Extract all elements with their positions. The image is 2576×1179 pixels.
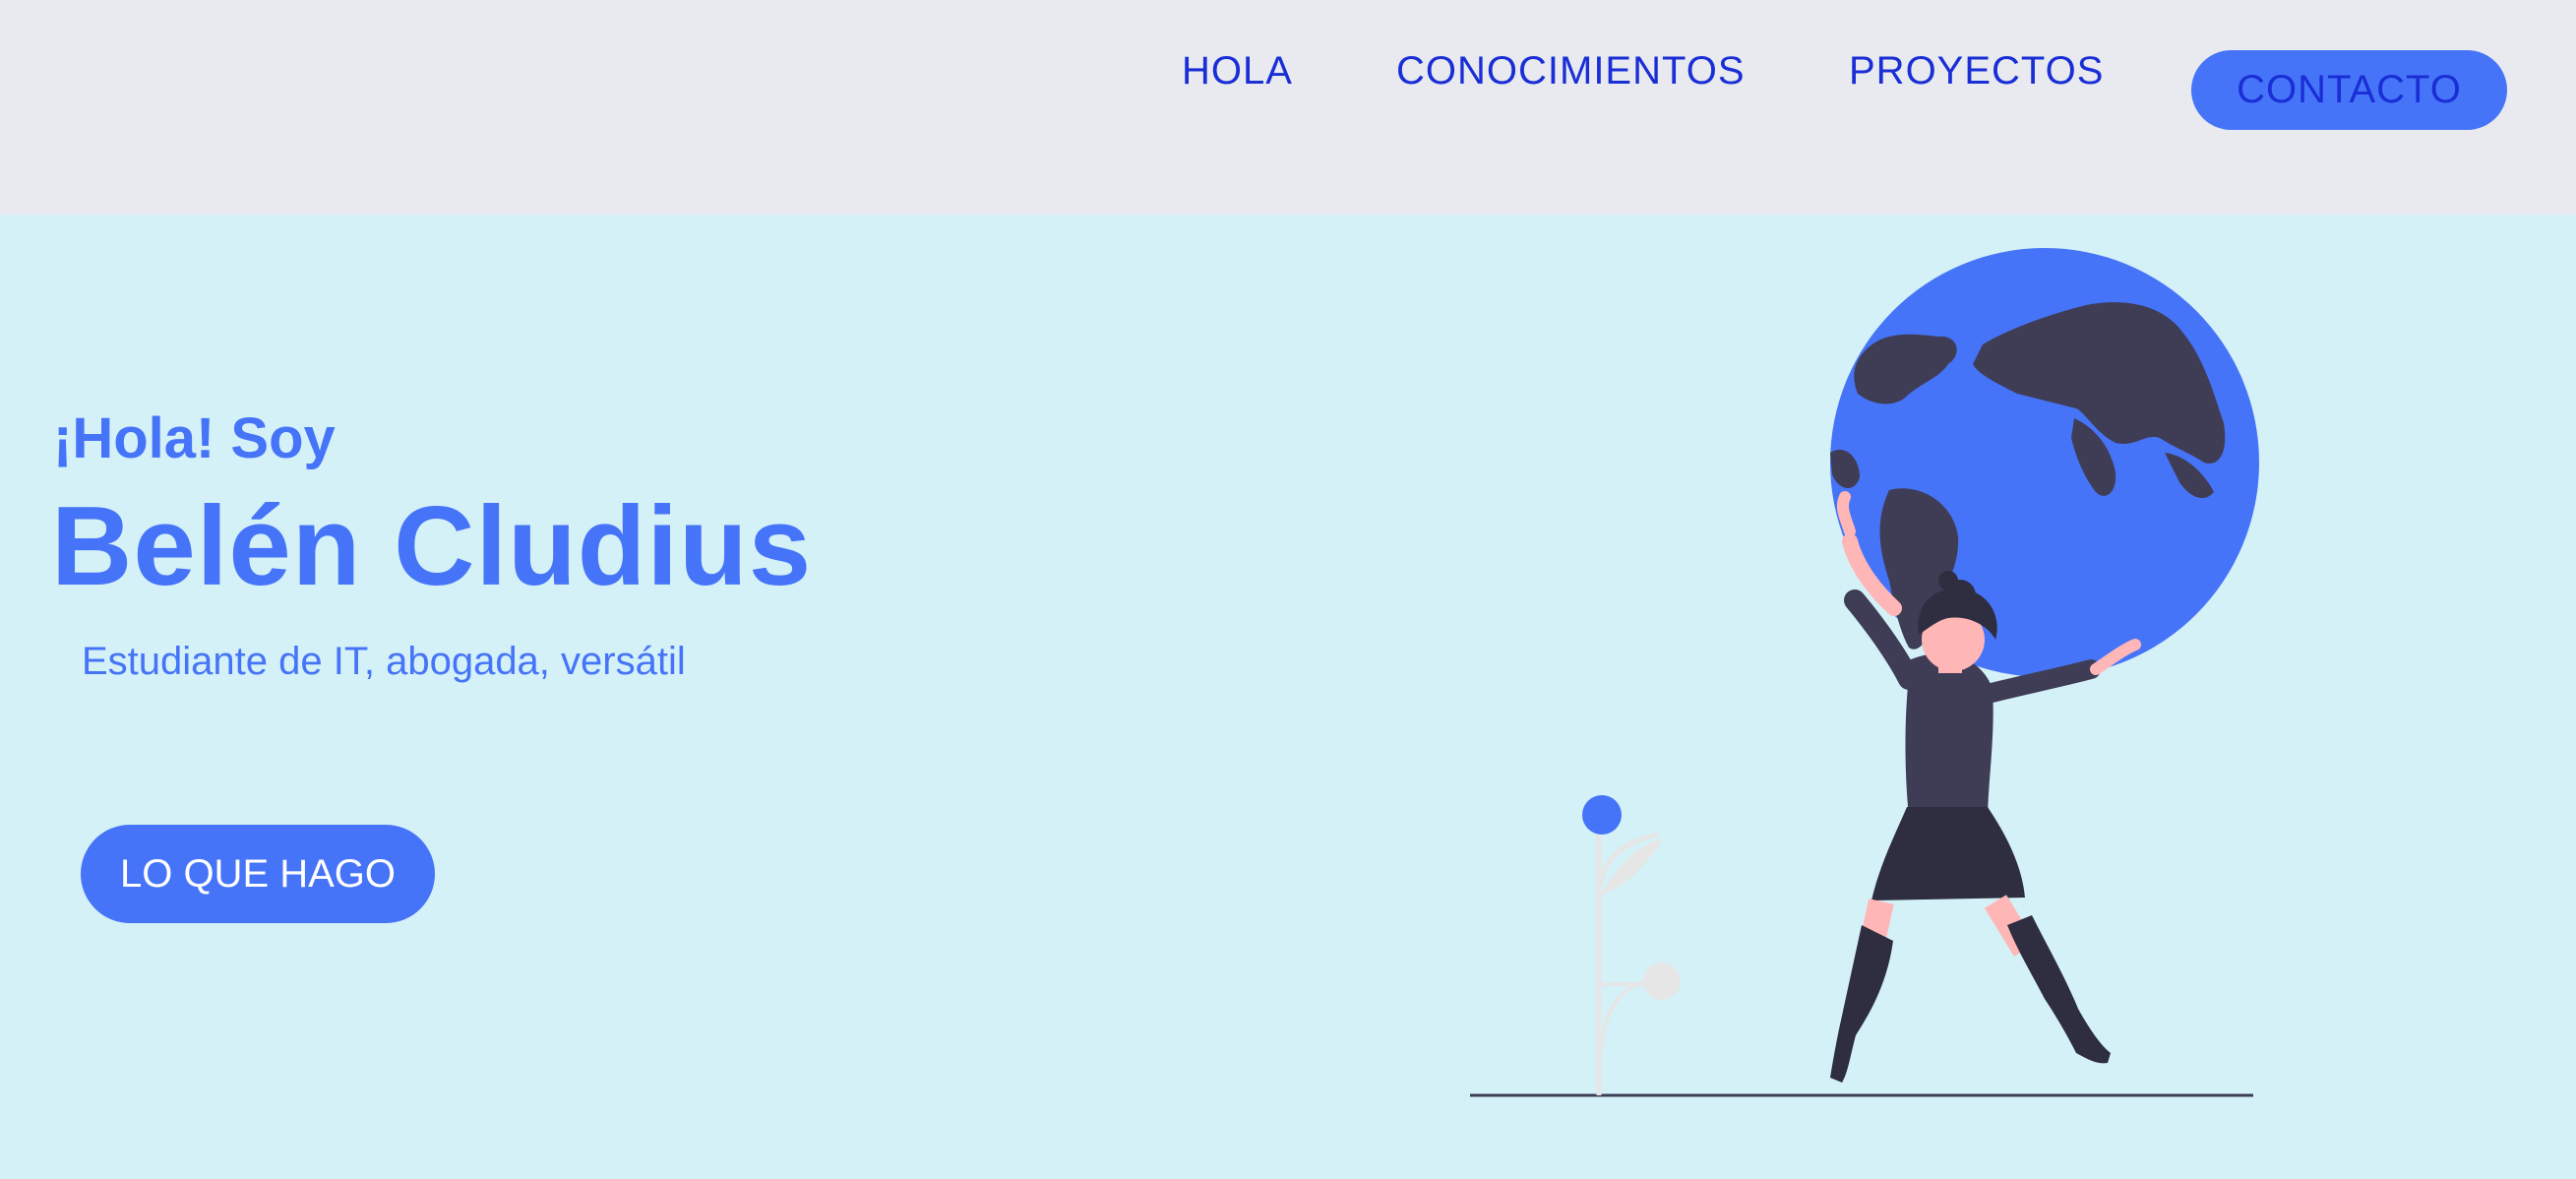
nav-link-proyectos[interactable]: PROYECTOS: [1849, 49, 2104, 93]
plant-icon: [1582, 795, 1681, 1095]
hero-subtitle: Estudiante de IT, abogada, versátil: [82, 640, 686, 683]
nav-link-hola[interactable]: HOLA: [1182, 49, 1293, 93]
contact-button[interactable]: CONTACTO: [2191, 50, 2507, 130]
page: HOLA CONOCIMIENTOS PROYECTOS CONTACTO ¡H…: [0, 0, 2576, 1179]
hero-greeting: ¡Hola! Soy: [53, 406, 336, 470]
hero-name: Belén Cludius: [51, 484, 813, 609]
navbar: HOLA CONOCIMIENTOS PROYECTOS CONTACTO: [0, 0, 2576, 215]
woman-holding-globe-illustration: [1470, 248, 2259, 1097]
nav-link-conocimientos[interactable]: CONOCIMIENTOS: [1396, 49, 1746, 93]
what-i-do-button[interactable]: LO QUE HAGO: [81, 825, 435, 923]
